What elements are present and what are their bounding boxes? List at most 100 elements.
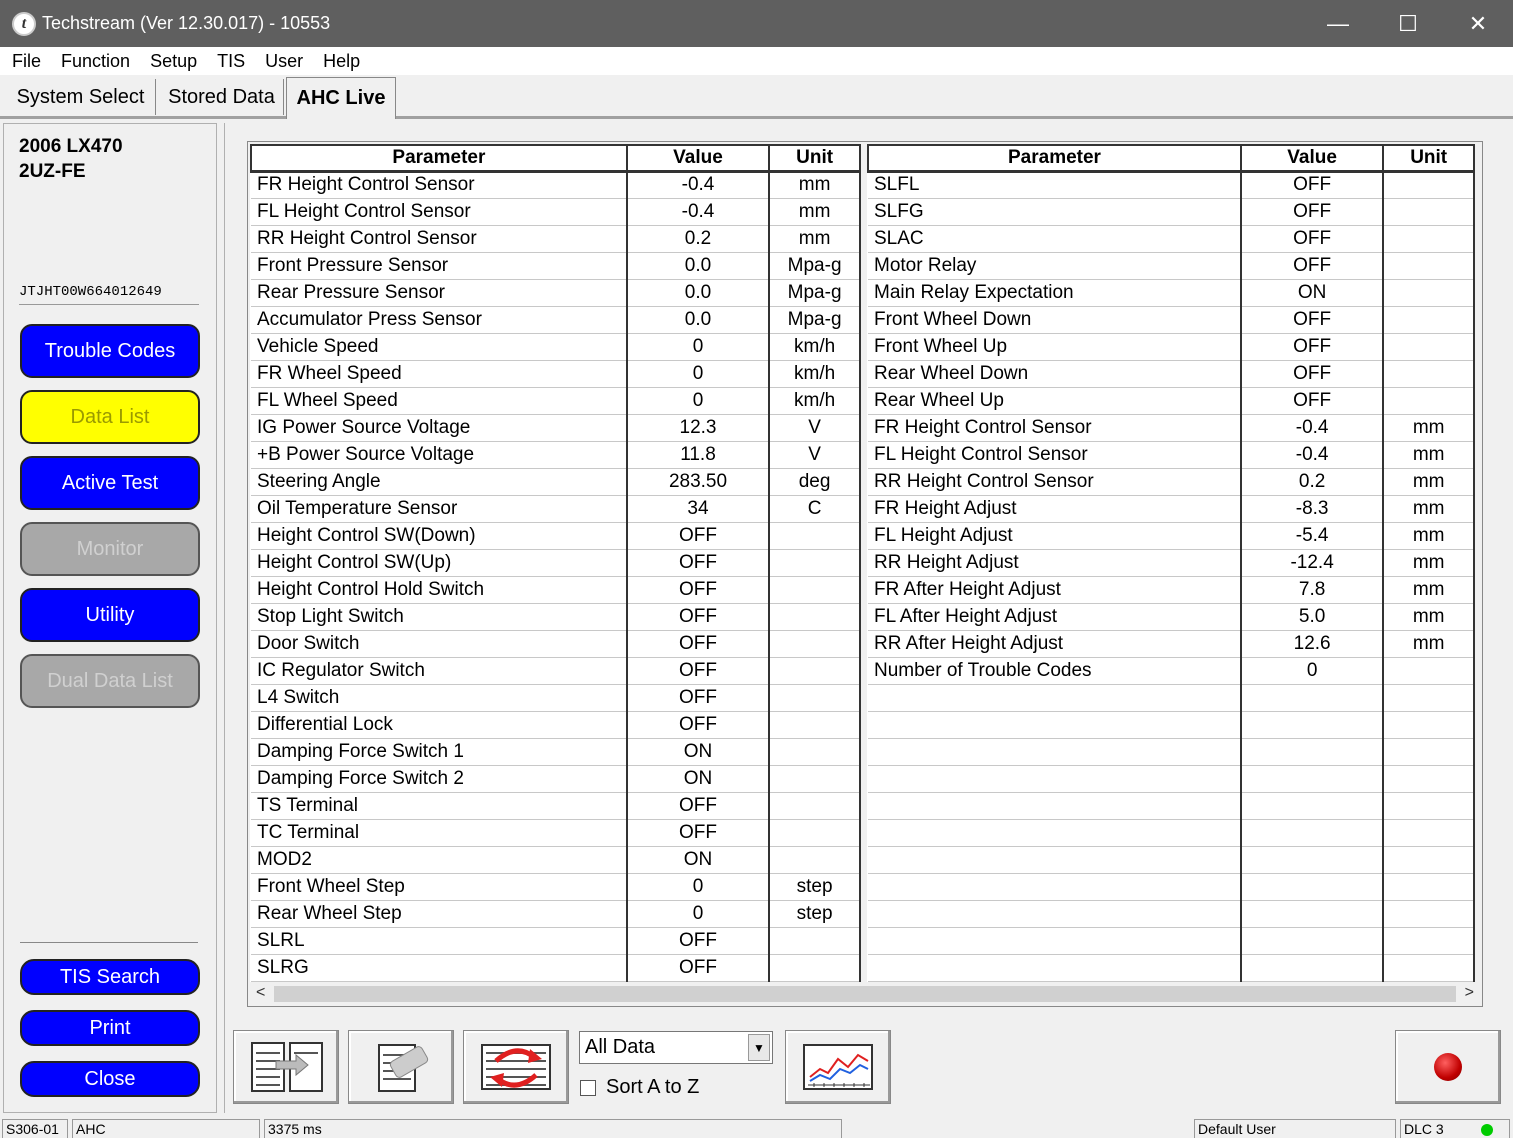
utility-button[interactable]: Utility	[20, 588, 200, 642]
trouble-codes-button[interactable]: Trouble Codes	[20, 324, 200, 378]
table-row[interactable]	[868, 846, 1475, 874]
data-list-button[interactable]: Data List	[20, 390, 200, 444]
table-row[interactable]: FR Height Adjust -8.3 mm	[868, 495, 1475, 523]
table-row[interactable]: FL Wheel Speed 0 km/h	[251, 387, 861, 415]
move-parameter-button[interactable]	[233, 1030, 339, 1104]
table-row[interactable]: Door Switch OFF	[251, 630, 861, 658]
scroll-right-icon[interactable]: >	[1465, 984, 1474, 1002]
table-row[interactable]: FL Height Adjust -5.4 mm	[868, 522, 1475, 550]
table-row[interactable]: Rear Wheel Step 0 step	[251, 900, 861, 928]
horizontal-scrollbar[interactable]: < >	[248, 982, 1482, 1006]
table-row[interactable]: Steering Angle 283.50 deg	[251, 468, 861, 496]
table-row[interactable]: SLFG OFF	[868, 198, 1475, 226]
table-row[interactable]: Motor Relay OFF	[868, 252, 1475, 280]
menu-function[interactable]: Function	[61, 51, 130, 72]
chevron-down-icon[interactable]: ▼	[748, 1034, 770, 1061]
table-row[interactable]: Front Pressure Sensor 0.0 Mpa-g	[251, 252, 861, 280]
header-value[interactable]: Value	[1239, 144, 1385, 173]
table-row[interactable]	[868, 765, 1475, 793]
cell-unit	[769, 522, 861, 550]
table-row[interactable]: RR Height Control Sensor 0.2 mm	[868, 468, 1475, 496]
table-row[interactable]: SLAC OFF	[868, 225, 1475, 253]
table-row[interactable]	[868, 684, 1475, 712]
menu-setup[interactable]: Setup	[150, 51, 197, 72]
table-row[interactable]: Damping Force Switch 1 ON	[251, 738, 861, 766]
table-row[interactable]: L4 Switch OFF	[251, 684, 861, 712]
header-parameter[interactable]: Parameter	[867, 144, 1242, 173]
table-row[interactable]: Front Wheel Step 0 step	[251, 873, 861, 901]
table-row[interactable]: FR Wheel Speed 0 km/h	[251, 360, 861, 388]
close-button[interactable]: Close	[20, 1061, 200, 1097]
tis-search-button[interactable]: TIS Search	[20, 959, 200, 995]
menu-help[interactable]: Help	[323, 51, 360, 72]
table-row[interactable]	[868, 738, 1475, 766]
menu-user[interactable]: User	[265, 51, 303, 72]
table-row[interactable]	[868, 954, 1475, 982]
table-row[interactable]: +B Power Source Voltage 11.8 V	[251, 441, 861, 469]
table-row[interactable]: MOD2 ON	[251, 846, 861, 874]
tab-stored-data[interactable]: Stored Data	[160, 79, 284, 115]
table-row[interactable]: Rear Wheel Up OFF	[868, 387, 1475, 415]
header-value[interactable]: Value	[625, 144, 771, 173]
table-row[interactable]	[868, 900, 1475, 928]
table-row[interactable]	[868, 927, 1475, 955]
tab-system-select[interactable]: System Select	[6, 79, 156, 115]
table-row[interactable]: FR After Height Adjust 7.8 mm	[868, 576, 1475, 604]
header-unit[interactable]: Unit	[1382, 144, 1475, 173]
table-row[interactable]: Vehicle Speed 0 km/h	[251, 333, 861, 361]
table-row[interactable]	[868, 873, 1475, 901]
sort-a-to-z-checkbox[interactable]: Sort A to Z	[580, 1076, 699, 1099]
menu-tis[interactable]: TIS	[217, 51, 245, 72]
menu-file[interactable]: File	[12, 51, 41, 72]
table-row[interactable]: Damping Force Switch 2 ON	[251, 765, 861, 793]
table-row[interactable]: SLRG OFF	[251, 954, 861, 982]
snapshot-button[interactable]	[348, 1030, 454, 1104]
table-row[interactable]: FR Height Control Sensor -0.4 mm	[868, 414, 1475, 442]
table-row[interactable]: RR Height Adjust -12.4 mm	[868, 549, 1475, 577]
table-row[interactable]: FR Height Control Sensor -0.4 mm	[251, 171, 861, 199]
table-row[interactable]: Number of Trouble Codes 0	[868, 657, 1475, 685]
swap-parameters-button[interactable]	[463, 1030, 569, 1104]
table-row[interactable]: Rear Wheel Down OFF	[868, 360, 1475, 388]
record-button[interactable]	[1395, 1030, 1501, 1104]
tab-ahc-live[interactable]: AHC Live	[286, 77, 396, 119]
table-row[interactable]: Main Relay Expectation ON	[868, 279, 1475, 307]
table-row[interactable]: SLRL OFF	[251, 927, 861, 955]
scroll-thumb[interactable]	[274, 986, 1456, 1002]
close-window-button[interactable]: ✕	[1443, 0, 1513, 47]
table-row[interactable]	[868, 711, 1475, 739]
status-bar: S306-01 AHC 3375 ms Default User DLC 3	[0, 1117, 1513, 1138]
table-row[interactable]	[868, 792, 1475, 820]
minimize-button[interactable]: —	[1303, 0, 1373, 47]
table-row[interactable]: SLFL OFF	[868, 171, 1475, 199]
table-row[interactable]: RR After Height Adjust 12.6 mm	[868, 630, 1475, 658]
table-row[interactable]: Height Control SW(Down) OFF	[251, 522, 861, 550]
header-unit[interactable]: Unit	[768, 144, 861, 173]
table-row[interactable]: Accumulator Press Sensor 0.0 Mpa-g	[251, 306, 861, 334]
table-row[interactable]: Oil Temperature Sensor 34 C	[251, 495, 861, 523]
table-row[interactable]: Stop Light Switch OFF	[251, 603, 861, 631]
table-row[interactable]	[868, 819, 1475, 847]
table-row[interactable]: Front Wheel Up OFF	[868, 333, 1475, 361]
table-row[interactable]: Rear Pressure Sensor 0.0 Mpa-g	[251, 279, 861, 307]
print-button[interactable]: Print	[20, 1010, 200, 1046]
table-row[interactable]: Front Wheel Down OFF	[868, 306, 1475, 334]
table-row[interactable]: FL After Height Adjust 5.0 mm	[868, 603, 1475, 631]
scroll-left-icon[interactable]: <	[256, 984, 265, 1002]
table-row[interactable]: FL Height Control Sensor -0.4 mm	[868, 441, 1475, 469]
table-row[interactable]: FL Height Control Sensor -0.4 mm	[251, 198, 861, 226]
table-row[interactable]: IG Power Source Voltage 12.3 V	[251, 414, 861, 442]
table-row[interactable]: IC Regulator Switch OFF	[251, 657, 861, 685]
header-parameter[interactable]: Parameter	[250, 144, 628, 173]
graph-view-button[interactable]	[785, 1030, 891, 1104]
table-row[interactable]: RR Height Control Sensor 0.2 mm	[251, 225, 861, 253]
maximize-button[interactable]: ☐	[1373, 0, 1443, 47]
sort-checkbox-box[interactable]	[580, 1079, 596, 1096]
table-row[interactable]: Height Control SW(Up) OFF	[251, 549, 861, 577]
data-filter-select[interactable]: All Data ▼	[579, 1031, 773, 1064]
table-row[interactable]: Differential Lock OFF	[251, 711, 861, 739]
active-test-button[interactable]: Active Test	[20, 456, 200, 510]
table-row[interactable]: Height Control Hold Switch OFF	[251, 576, 861, 604]
table-row[interactable]: TC Terminal OFF	[251, 819, 861, 847]
table-row[interactable]: TS Terminal OFF	[251, 792, 861, 820]
